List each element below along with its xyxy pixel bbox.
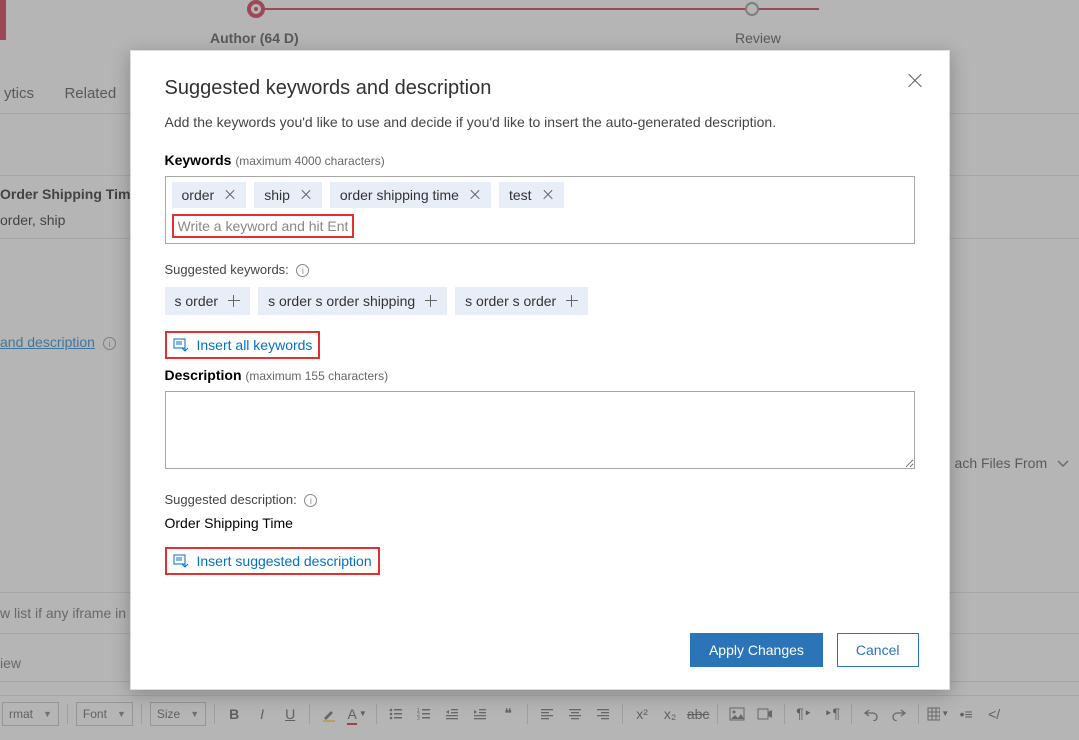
modal-buttons: Apply Changes Cancel	[690, 633, 919, 667]
keywords-label: Keywords (maximum 4000 characters)	[165, 152, 915, 168]
cancel-button[interactable]: Cancel	[837, 633, 919, 667]
keyword-tag: order shipping time	[330, 182, 491, 208]
remove-tag-icon[interactable]	[224, 189, 236, 201]
insert-suggested-description-link[interactable]: Insert suggested description	[165, 547, 380, 575]
add-keyword-icon[interactable]	[228, 295, 240, 307]
description-textarea[interactable]	[165, 391, 915, 469]
suggested-keywords-modal: Suggested keywords and description Add t…	[130, 50, 950, 690]
remove-tag-icon[interactable]	[300, 189, 312, 201]
remove-tag-icon[interactable]	[542, 189, 554, 201]
keyword-input-highlight	[172, 214, 354, 238]
description-label: Description (maximum 155 characters)	[165, 367, 915, 383]
insert-icon	[173, 554, 189, 568]
info-icon[interactable]: i	[296, 264, 309, 277]
suggested-description-value: Order Shipping Time	[165, 515, 915, 531]
add-keyword-icon[interactable]	[566, 295, 578, 307]
suggested-keywords-list: s order s order s order shipping s order…	[165, 287, 915, 315]
close-icon[interactable]	[905, 71, 925, 91]
suggested-keyword: s order	[165, 287, 251, 315]
info-icon[interactable]: i	[304, 494, 317, 507]
add-keyword-icon[interactable]	[425, 295, 437, 307]
keyword-tag: test	[499, 182, 564, 208]
remove-tag-icon[interactable]	[469, 189, 481, 201]
suggested-keyword: s order s order	[455, 287, 588, 315]
modal-overlay: Suggested keywords and description Add t…	[0, 0, 1079, 740]
suggested-description-label: Suggested description: i	[165, 492, 915, 507]
modal-title: Suggested keywords and description	[165, 77, 915, 100]
keyword-input[interactable]	[174, 216, 352, 236]
keywords-input-box[interactable]: order ship order shipping time test	[165, 176, 915, 244]
modal-subtitle: Add the keywords you'd like to use and d…	[165, 114, 915, 130]
keyword-tag: ship	[254, 182, 322, 208]
insert-all-keywords-link[interactable]: Insert all keywords	[165, 331, 321, 359]
suggested-keyword: s order s order shipping	[258, 287, 447, 315]
keywords-tags: order ship order shipping time test	[172, 182, 908, 208]
keyword-tag: order	[172, 182, 247, 208]
insert-icon	[173, 338, 189, 352]
apply-changes-button[interactable]: Apply Changes	[690, 633, 823, 667]
suggested-keywords-label: Suggested keywords: i	[165, 262, 915, 277]
